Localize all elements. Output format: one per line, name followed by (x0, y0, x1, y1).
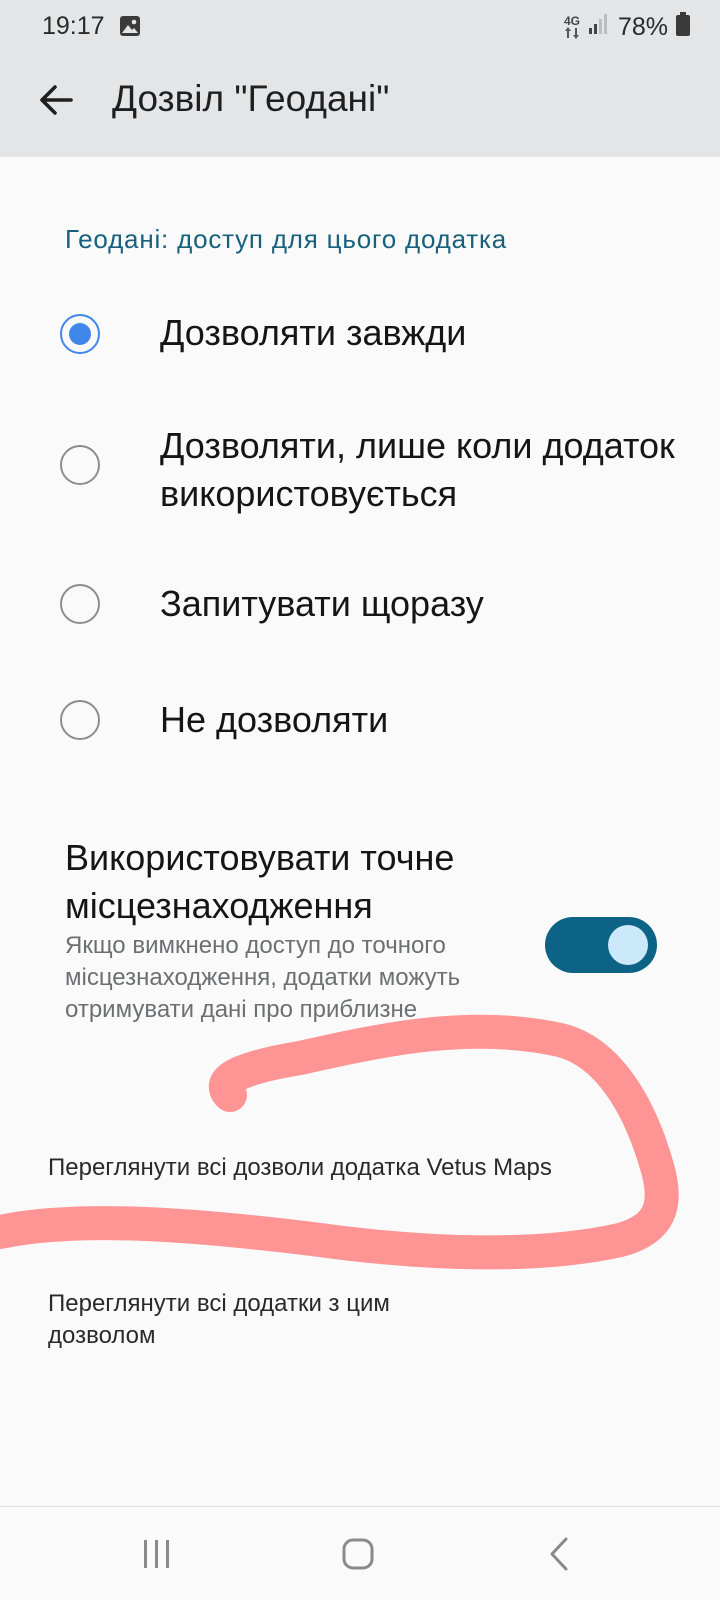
radio-button[interactable] (60, 445, 100, 485)
app-bar: Дозвіл "Геодані" (0, 56, 720, 157)
option-allow-always[interactable]: Дозволяти завжди (0, 300, 720, 380)
option-allow-while-in-use[interactable]: Дозволяти, лише коли додаток використову… (0, 420, 720, 530)
precise-location-title: Використовувати точне місцезнаходження (65, 837, 455, 926)
precise-location-toggle[interactable] (545, 917, 657, 973)
battery-percent: 78% (617, 12, 668, 41)
recents-icon (144, 1540, 169, 1568)
signal-icon (588, 13, 610, 42)
option-label: Не дозволяти (160, 699, 389, 740)
radio-button-selected[interactable] (60, 314, 100, 354)
radio-button[interactable] (60, 700, 100, 740)
home-icon (342, 1538, 374, 1570)
back-nav-icon (550, 1537, 568, 1571)
status-time: 19:17 (42, 12, 105, 40)
top-bar: 19:17 4G 78% Дозвіл "Геодані" (0, 0, 720, 157)
radio-button[interactable] (60, 584, 100, 624)
status-bar: 19:17 4G 78% (0, 0, 720, 56)
data-arrows-icon: 4G (564, 15, 580, 39)
option-deny[interactable]: Не дозволяти (0, 686, 720, 766)
option-label: Дозволяти, лише коли додаток використову… (160, 425, 675, 514)
recents-button[interactable] (132, 1529, 182, 1579)
section-header: Геодані: доступ для цього додатка (65, 224, 508, 254)
battery-icon (676, 11, 690, 43)
toggle-knob (608, 925, 648, 965)
option-label: Дозволяти завжди (160, 312, 467, 353)
option-ask-every-time[interactable]: Запитувати щоразу (0, 570, 720, 650)
back-nav-button[interactable] (534, 1529, 584, 1579)
view-app-permissions-link[interactable]: Переглянути всі дозволи додатка Vetus Ma… (48, 1152, 608, 1184)
precise-location-description: Якщо вимкнено доступ до точного місцезна… (65, 932, 461, 1023)
back-button[interactable] (30, 74, 82, 126)
status-right: 4G 78% (564, 11, 690, 43)
network-type: 4G (563, 14, 580, 28)
view-apps-with-permission-link[interactable]: Переглянути всі додатки з цим дозволом (48, 1288, 488, 1352)
option-label: Запитувати щоразу (160, 583, 484, 624)
navigation-bar (0, 1506, 720, 1600)
page-title: Дозвіл "Геодані" (112, 78, 390, 119)
home-button[interactable] (333, 1529, 383, 1579)
gallery-icon (119, 15, 141, 37)
arrow-left-icon (40, 85, 73, 115)
